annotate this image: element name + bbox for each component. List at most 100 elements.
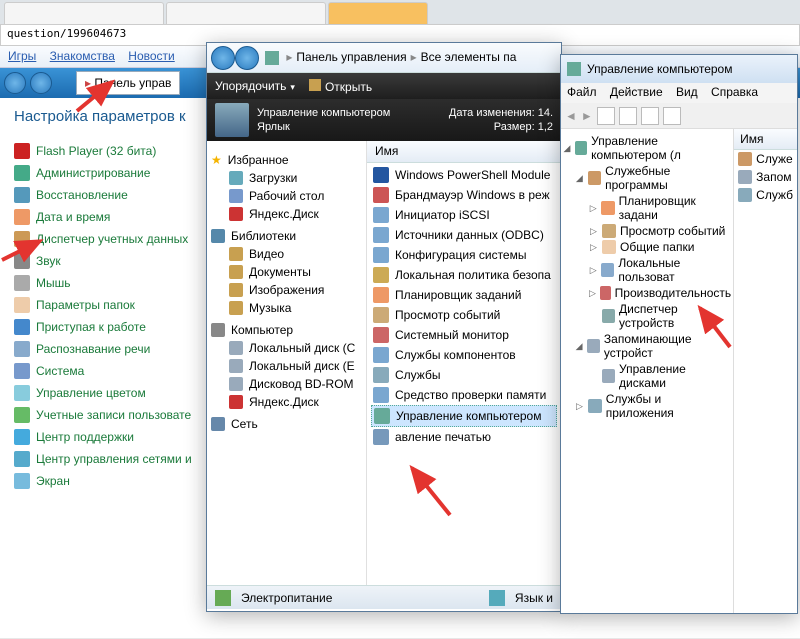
tree-shared-folders[interactable]: ▷Общие папки [563,239,731,255]
file-item[interactable]: Средство проверки памяти [371,385,557,405]
back-button[interactable] [4,72,26,94]
tree-task-scheduler[interactable]: ▷Планировщик задани [563,193,731,223]
forward-button[interactable] [235,46,259,70]
title-bar[interactable]: Управление компьютером [561,55,797,83]
breadcrumb[interactable]: ▸ Панель управ [76,71,180,95]
component-services-icon [373,347,389,363]
open-button[interactable]: Открыть [309,79,372,94]
iscsi-icon [373,207,389,223]
file-item[interactable]: Источники данных (ODBC) [371,225,557,245]
sound-icon [14,253,30,269]
link-news[interactable]: Новости [128,49,174,63]
toolbar-button[interactable] [597,107,615,125]
performance-icon [600,286,611,300]
list-item[interactable]: Запом [734,168,797,186]
computer-management-window[interactable]: Управление компьютером Файл Действие Вид… [560,54,798,614]
computer-header[interactable]: Компьютер [211,323,362,337]
file-item[interactable]: Инициатор iSCSI [371,205,557,225]
file-item[interactable]: авление печатью [371,427,557,447]
column-header-name[interactable]: Имя [734,129,797,150]
nav-yandex-disk[interactable]: Яндекс.Диск [211,205,362,223]
nav-videos[interactable]: Видео [211,245,362,263]
forward-button[interactable]: ► [581,109,593,123]
powershell-icon [373,167,389,183]
menu-help[interactable]: Справка [711,85,758,99]
file-item[interactable]: Конфигурация системы [371,245,557,265]
nav-drive-c[interactable]: Локальный диск (C [211,339,362,357]
tree-event-viewer[interactable]: ▷Просмотр событий [563,223,731,239]
tree-local-users[interactable]: ▷Локальные пользоват [563,255,731,285]
nav-desktop[interactable]: Рабочий стол [211,187,362,205]
menu-view[interactable]: Вид [676,85,698,99]
navigation-pane[interactable]: ★Избранное Загрузки Рабочий стол Яндекс.… [207,141,367,585]
browser-tabs[interactable] [0,0,800,24]
file-item[interactable]: Планировщик заданий [371,285,557,305]
yandex-disk-icon [229,395,243,409]
link-dating[interactable]: Знакомства [50,49,115,63]
system-tools-icon [588,171,601,185]
file-list[interactable]: Windows PowerShell Module Брандмауэр Win… [367,163,561,449]
nav-yandex-disk-2[interactable]: Яндекс.Диск [211,393,362,411]
tree-device-manager[interactable]: Диспетчер устройств [563,301,731,331]
nav-drive-e[interactable]: Локальный диск (E [211,357,362,375]
favorites-header[interactable]: ★Избранное [211,153,362,167]
users-icon [14,407,30,423]
list-item[interactable]: Служе [734,150,797,168]
computer-icon [211,323,225,337]
file-item[interactable]: Windows PowerShell Module [371,165,557,185]
shared-folders-icon [602,240,616,254]
browser-tab[interactable] [4,2,164,24]
tree-performance[interactable]: ▷Производительность [563,285,731,301]
tree-storage[interactable]: ◢Запоминающие устройст [563,331,731,361]
toolbar-button[interactable] [663,107,681,125]
system-icon [14,363,30,379]
toolbar-button[interactable] [641,107,659,125]
status-item[interactable]: Электропитание [241,591,332,605]
print-management-icon [373,429,389,445]
column-header-name[interactable]: Имя [367,141,561,163]
file-item[interactable]: Брандмауэр Windows в реж [371,185,557,205]
forward-button[interactable] [30,72,52,94]
tree-services-apps[interactable]: ▷Службы и приложения [563,391,731,421]
breadcrumb[interactable]: ▸Панель управления▸Все элементы па [265,50,516,65]
file-item[interactable]: Службы компонентов [371,345,557,365]
menu-file[interactable]: Файл [567,85,597,99]
storage-icon [738,170,752,184]
network-header[interactable]: Сеть [211,417,362,431]
nav-music[interactable]: Музыка [211,299,362,317]
services-apps-icon [588,399,602,413]
organize-button[interactable]: Упорядочить [215,79,295,93]
list-item[interactable]: Служб [734,186,797,204]
nav-downloads[interactable]: Загрузки [211,169,362,187]
speech-icon [14,341,30,357]
browser-tab[interactable] [166,2,326,24]
back-button[interactable]: ◄ [565,109,577,123]
toolbar-button[interactable] [619,107,637,125]
nav-pictures[interactable]: Изображения [211,281,362,299]
system-tools-icon [738,152,752,166]
file-item[interactable]: Просмотр событий [371,305,557,325]
browser-tab[interactable] [328,2,428,24]
tree-system-tools[interactable]: ◢Служебные программы [563,163,731,193]
odbc-icon [373,227,389,243]
back-button[interactable] [211,46,235,70]
status-item[interactable]: Язык и [515,591,553,605]
msconfig-icon [373,247,389,263]
nav-documents[interactable]: Документы [211,263,362,281]
explorer-window[interactable]: ▸Панель управления▸Все элементы па Упоря… [206,42,562,612]
file-item[interactable]: Службы [371,365,557,385]
file-item[interactable]: Локальная политика безопа [371,265,557,285]
nav-bdrom[interactable]: Дисковод BD-ROM [211,375,362,393]
tree-pane[interactable]: ◢Управление компьютером (л ◢Служебные пр… [561,129,734,613]
menu-action[interactable]: Действие [610,85,663,99]
link-games[interactable]: Игры [8,49,36,63]
file-item[interactable]: Системный монитор [371,325,557,345]
tree-root[interactable]: ◢Управление компьютером (л [563,133,731,163]
file-thumbnail-icon [215,103,249,137]
menu-bar[interactable]: Файл Действие Вид Справка [561,83,797,103]
libraries-header[interactable]: Библиотеки [211,229,362,243]
disk-management-icon [602,369,615,383]
tree-disk-management[interactable]: Управление дисками [563,361,731,391]
file-item-selected[interactable]: Управление компьютером [371,405,557,427]
power-icon [215,590,231,606]
